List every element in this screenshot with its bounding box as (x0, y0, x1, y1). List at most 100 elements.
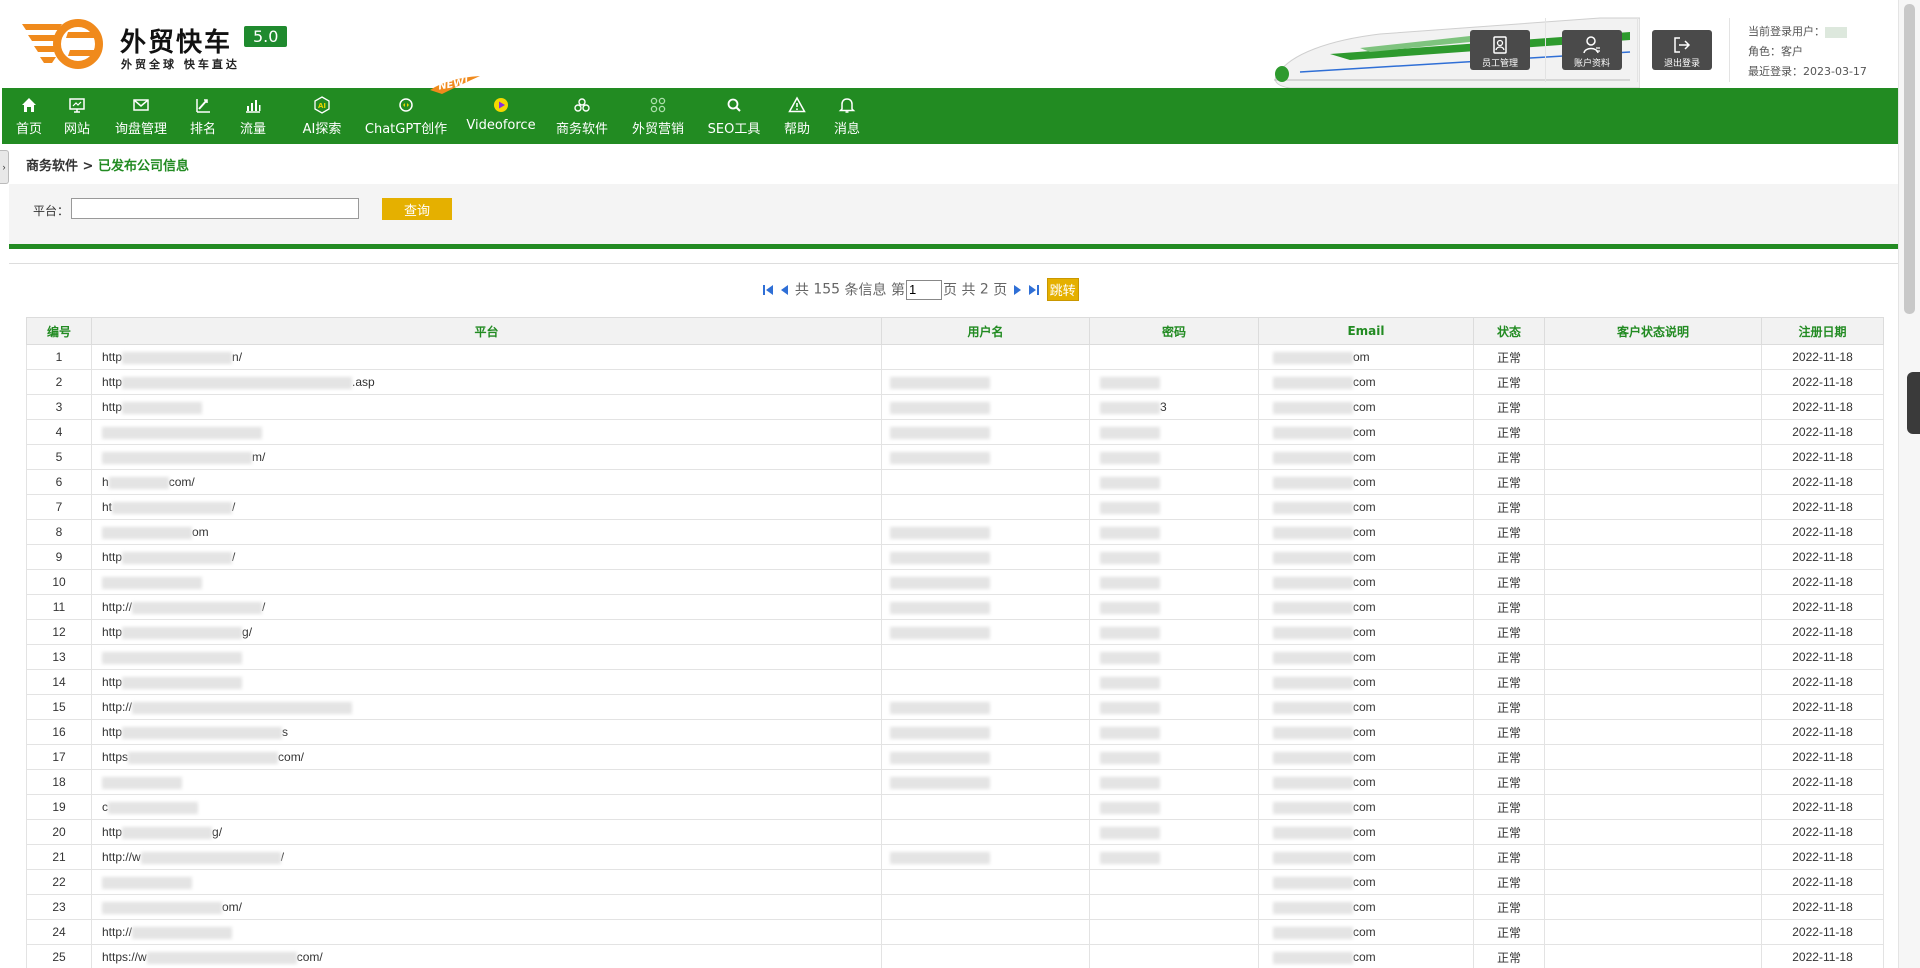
table-row[interactable]: 16 http s com 正常 2022-11-18 (26, 719, 1884, 745)
redacted-text (1273, 926, 1353, 939)
cell-platform[interactable]: http:// (91, 919, 882, 945)
sidebar-toggle[interactable]: › (0, 150, 9, 184)
table-row[interactable]: 7 ht / com 正常 2022-11-18 (26, 494, 1884, 520)
goto-page-button[interactable]: 跳转 (1046, 278, 1079, 301)
table-row[interactable]: 5 m/com 正常 2022-11-18 (26, 444, 1884, 470)
nav-item-website[interactable]: 网站 (62, 88, 92, 144)
cell-platform[interactable]: http://w / (91, 844, 882, 870)
cell-platform[interactable]: http / (91, 544, 882, 570)
svg-text:AI: AI (318, 102, 326, 110)
cell-platform[interactable] (91, 569, 882, 595)
table-row[interactable]: 23 om/com 正常 2022-11-18 (26, 894, 1884, 920)
table-row[interactable]: 3 http 3 com 正常 2022-11-18 (26, 394, 1884, 420)
nav-item-home[interactable]: 首页 (14, 88, 44, 144)
nav-item-inquiry[interactable]: 询盘管理 (112, 88, 170, 144)
cell-platform[interactable]: om (91, 519, 882, 545)
logout-button[interactable]: 退出登录 (1652, 30, 1712, 70)
breadcrumb-parent[interactable]: 商务软件 (26, 159, 78, 174)
table-row[interactable]: 11 http:// / com 正常 2022-11-18 (26, 594, 1884, 620)
table-row[interactable]: 22 com 正常 2022-11-18 (26, 869, 1884, 895)
cell-platform[interactable]: m/ (91, 444, 882, 470)
nav-item-messages[interactable]: 消息 (832, 88, 862, 144)
cell-platform[interactable]: h com/ (91, 469, 882, 495)
table-row[interactable]: 14 http com 正常 2022-11-18 (26, 669, 1884, 695)
col-header-reg-date[interactable]: 注册日期 (1761, 317, 1884, 345)
col-header-platform[interactable]: 平台 (91, 317, 882, 345)
table-row[interactable]: 20 http g/com 正常 2022-11-18 (26, 819, 1884, 845)
platform-search-input[interactable] (71, 198, 359, 219)
next-page-icon[interactable] (1012, 283, 1024, 297)
cell-reg-date: 2022-11-18 (1761, 944, 1884, 968)
cell-platform[interactable] (91, 869, 882, 895)
cell-platform[interactable]: https com/ (91, 744, 882, 770)
cell-platform[interactable]: http:// / (91, 594, 882, 620)
cell-reg-date: 2022-11-18 (1761, 469, 1884, 495)
cell-platform[interactable]: http .asp (91, 369, 882, 395)
table-row[interactable]: 10 com 正常 2022-11-18 (26, 569, 1884, 595)
cell-platform[interactable]: http:// (91, 694, 882, 720)
cell-platform[interactable]: http n/ (91, 344, 882, 370)
table-row[interactable]: 18 com 正常 2022-11-18 (26, 769, 1884, 795)
table-row[interactable]: 8 om com 正常 2022-11-18 (26, 519, 1884, 545)
table-row[interactable]: 19 c com 正常 2022-11-18 (26, 794, 1884, 820)
cell-platform[interactable]: c (91, 794, 882, 820)
col-header-password[interactable]: 密码 (1089, 317, 1259, 345)
cell-platform[interactable]: http g/ (91, 819, 882, 845)
account-profile-button[interactable]: 账户资料 (1562, 30, 1622, 70)
table-row[interactable]: 9 http / com 正常 2022-11-18 (26, 544, 1884, 570)
table-row[interactable]: 6 h com/com 正常 2022-11-18 (26, 469, 1884, 495)
table-row[interactable]: 21 http://w / com 正常 2022-11-18 (26, 844, 1884, 870)
cell-platform[interactable]: https://w com/ (91, 944, 882, 968)
table-row[interactable]: 1 http n/om 正常 2022-11-18 (26, 344, 1884, 370)
cell-platform[interactable]: om/ (91, 894, 882, 920)
last-page-icon[interactable] (1028, 283, 1040, 297)
cell-platform[interactable] (91, 769, 882, 795)
col-header-client-status-note[interactable]: 客户状态说明 (1544, 317, 1762, 345)
table-row[interactable]: 24 http:// com 正常 2022-11-18 (26, 919, 1884, 945)
nav-item-ranking[interactable]: 排名 (188, 88, 218, 144)
nav-item-chatgpt[interactable]: ChatGPT创作 (364, 88, 448, 144)
col-header-email[interactable]: Email (1258, 317, 1474, 345)
cell-username (881, 469, 1090, 495)
col-header-username[interactable]: 用户名 (881, 317, 1090, 345)
cell-platform[interactable] (91, 644, 882, 670)
nav-item-ai-explore[interactable]: AI AI探索 (300, 88, 344, 144)
nav-item-help[interactable]: 帮助 (782, 88, 812, 144)
col-header-status[interactable]: 状态 (1473, 317, 1545, 345)
cell-email: com (1258, 944, 1474, 968)
cell-email: om (1258, 344, 1474, 370)
nav-item-videoforce[interactable]: Videoforce (466, 88, 536, 144)
table-row[interactable]: 17 https com/com 正常 2022-11-18 (26, 744, 1884, 770)
cell-platform[interactable]: http (91, 394, 882, 420)
logo[interactable]: 外贸快车 5.0 外贸全球 快车直达 (22, 16, 342, 72)
cell-platform[interactable]: http g/ (91, 619, 882, 645)
prev-page-icon[interactable] (778, 283, 790, 297)
cell-username (881, 594, 1090, 620)
cell-platform[interactable] (91, 419, 882, 445)
nav-item-trade-marketing[interactable]: 外贸营销 (630, 88, 686, 144)
table-row[interactable]: 25 https://w com/com 正常 2022-11-18 (26, 944, 1884, 968)
first-page-icon[interactable] (762, 283, 774, 297)
page-number-input[interactable] (906, 279, 942, 300)
cell-platform[interactable]: http (91, 669, 882, 695)
table-row[interactable]: 12 http g/com 正常 2022-11-18 (26, 619, 1884, 645)
nav-item-seo-tools[interactable]: SEO工具 (706, 88, 762, 144)
side-float-handle[interactable] (1907, 372, 1920, 434)
nav-item-traffic[interactable]: 流量 (238, 88, 268, 144)
table-row[interactable]: 13 com 正常 2022-11-18 (26, 644, 1884, 670)
nav-item-business-software[interactable]: 商务软件 (554, 88, 610, 144)
scrollbar-thumb[interactable] (1904, 4, 1915, 314)
cell-platform[interactable]: http s (91, 719, 882, 745)
employee-management-button[interactable]: 员工管理 (1470, 30, 1530, 70)
col-header-no[interactable]: 编号 (26, 317, 92, 345)
platform-prefix: http (102, 675, 123, 689)
query-button[interactable]: 查询 (382, 198, 452, 220)
cell-platform[interactable]: ht / (91, 494, 882, 520)
table-row[interactable]: 15 http:// com 正常 2022-11-18 (26, 694, 1884, 720)
vertical-scrollbar[interactable] (1898, 0, 1920, 968)
platform-prefix: http (102, 350, 123, 364)
table-row[interactable]: 4 com 正常 2022-11-18 (26, 419, 1884, 445)
cell-client-status-note (1544, 369, 1762, 395)
cell-password (1089, 469, 1259, 495)
table-row[interactable]: 2 http .asp com 正常 2022-11-18 (26, 369, 1884, 395)
